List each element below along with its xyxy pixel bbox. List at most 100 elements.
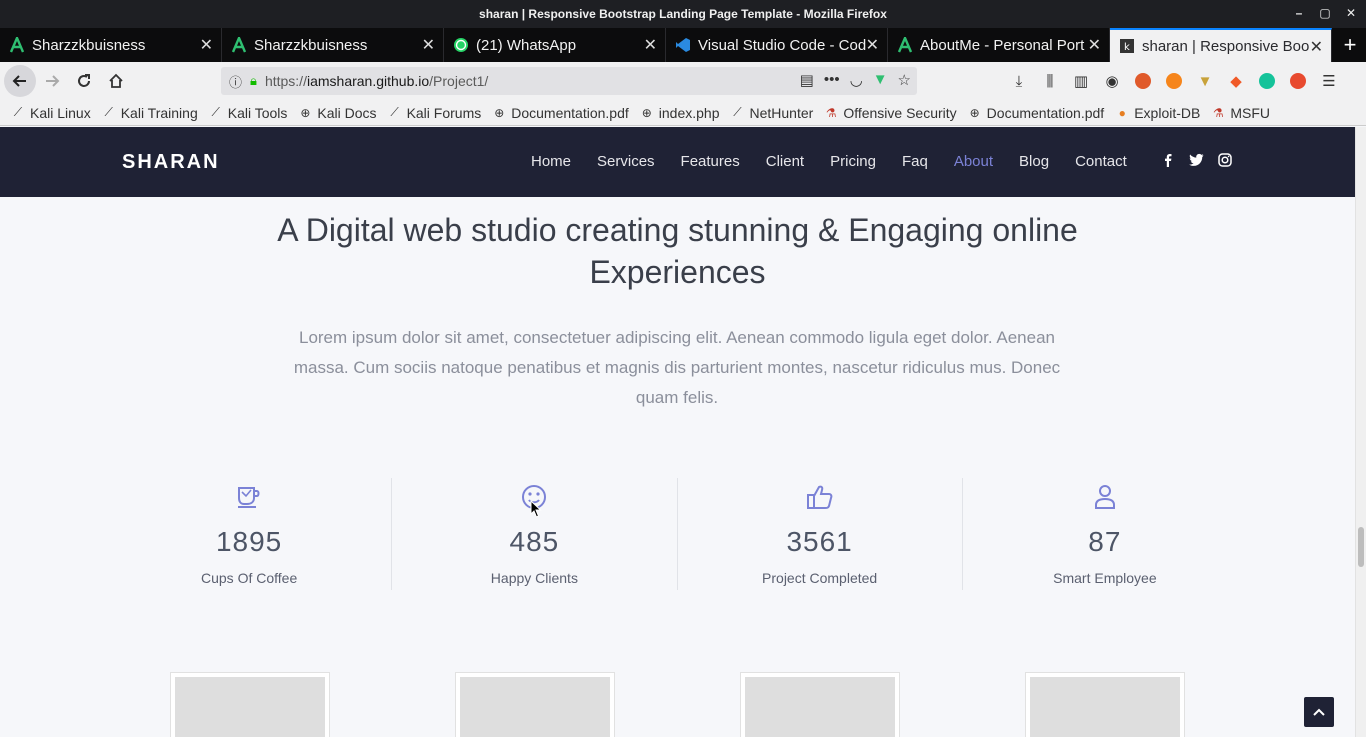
menu-home[interactable]: Home [531,153,571,170]
svg-text:k: k [1124,42,1130,53]
pocket-icon[interactable]: ◡ [850,71,863,89]
extension-ball-icon[interactable] [1132,70,1154,92]
user-icon [963,478,1247,510]
bookmark-item[interactable]: ● Exploit-DB [1114,105,1201,121]
bookmark-item[interactable]: ⚗ MSFU [1210,105,1270,121]
tab-vscode[interactable]: Visual Studio Code - Cod ✕ [666,28,888,62]
tab-label: sharan | Responsive Boo [1142,37,1310,55]
tab-label: AboutMe - Personal Port [920,36,1085,54]
stat-value: 3561 [786,526,853,557]
arrow-left-icon [12,75,26,87]
bookmark-item[interactable]: ⊕ index.php [639,105,720,121]
a-brand-icon [8,36,26,54]
menu-services[interactable]: Services [597,153,655,170]
tab-whatsapp[interactable]: (21) WhatsApp ✕ [444,28,666,62]
url-bar[interactable]: ⓘ 🔒︎ https://iamsharan.github.io/Project… [221,67,917,95]
bookmark-star-icon[interactable]: ☆ [898,71,911,89]
arrow-right-icon [46,75,60,87]
bookmark-item[interactable]: ⟋ Kali Forums [387,105,481,121]
page-actions-icon[interactable]: ••• [824,71,840,89]
extension-orange-icon[interactable]: ◆ [1225,70,1247,92]
close-window-button[interactable]: ✕ [1344,6,1358,20]
twitter-icon[interactable] [1189,153,1204,170]
chevron-up-icon [1313,708,1325,716]
site-brand[interactable]: SHARAN [122,151,220,174]
menu-faq[interactable]: Faq [902,153,928,170]
reload-button[interactable] [68,65,100,97]
team-card[interactable] [1025,672,1185,737]
window-titlebar: sharan | Responsive Bootstrap Landing Pa… [0,0,1366,28]
bookmark-item[interactable]: ⟋ NetHunter [730,105,813,121]
bookmarks-bar: ⟋ Kali Linux ⟋ Kali Training ⟋ Kali Tools ⊕… [0,100,1366,126]
team-card[interactable] [740,672,900,737]
team-card[interactable] [170,672,330,737]
info-icon[interactable]: ⓘ [229,72,242,91]
google-plus-icon[interactable] [1287,70,1309,92]
tab-aboutme[interactable]: AboutMe - Personal Port ✕ [888,28,1110,62]
scrollbar-thumb[interactable] [1358,527,1364,567]
close-tab-icon[interactable]: ✕ [866,35,879,55]
close-tab-icon[interactable]: ✕ [1088,35,1101,55]
reader-view-icon[interactable]: ▤ [800,71,814,89]
forward-button[interactable] [36,65,68,97]
close-tab-icon[interactable]: ✕ [200,35,213,55]
library-icon[interactable]: ⫼ [1039,70,1061,92]
downloads-icon[interactable]: ⤓ [1008,70,1030,92]
extension-icon[interactable]: ▼ [873,71,888,89]
offsec-icon: ⚗ [1212,105,1224,120]
back-to-top-button[interactable] [1304,697,1334,727]
bookmark-item[interactable]: ⟋ Kali Linux [10,105,91,121]
tab-sharzzkbuisness-1[interactable]: Sharzzkbuisness ✕ [0,28,222,62]
sidebar-icon[interactable]: ▥ [1070,70,1092,92]
globe-icon: ⊕ [300,105,311,120]
stat-label: Project Completed [762,570,878,586]
stat-item: 1895 Cups Of Coffee [107,478,393,590]
team-card[interactable] [455,672,615,737]
home-button[interactable] [100,65,132,97]
tab-sharan-active[interactable]: k sharan | Responsive Boo ✕ [1110,28,1332,62]
reload-icon [78,74,90,87]
tab-bar: Sharzzkbuisness ✕ Sharzzkbuisness ✕ (21)… [0,28,1366,62]
bookmark-item[interactable]: ⊕ Documentation.pdf [967,105,1105,121]
menu-client[interactable]: Client [766,153,804,170]
globe-icon: ⊕ [641,105,652,120]
tab-label: Visual Studio Code - Cod [698,36,867,54]
menu-icon[interactable]: ☰ [1318,70,1340,92]
close-tab-icon[interactable]: ✕ [644,35,657,55]
filter-icon[interactable]: ▼ [1194,70,1216,92]
menu-about[interactable]: About [954,153,993,170]
section-lead: Lorem ipsum dolor sit amet, consectetuer… [293,328,1061,407]
bookmark-item[interactable]: ⟋ Kali Tools [208,105,288,121]
stat-value: 1895 [215,526,283,557]
thumbs-up-icon [678,478,962,510]
page-scrollbar[interactable] [1355,127,1366,737]
facebook-icon[interactable] [1161,153,1175,170]
card-image-placeholder [460,677,610,737]
menu-pricing[interactable]: Pricing [830,153,876,170]
bookmark-item[interactable]: ⊕ Kali Docs [297,105,376,121]
grammarly-icon[interactable] [1256,70,1278,92]
close-tab-icon[interactable]: ✕ [422,35,435,55]
navigation-toolbar: ⓘ 🔒︎ https://iamsharan.github.io/Project… [0,62,1366,100]
minimize-button[interactable]: – [1292,6,1306,20]
tab-sharzzkbuisness-2[interactable]: Sharzzkbuisness ✕ [222,28,444,62]
close-tab-icon[interactable]: ✕ [1310,37,1323,57]
bookmark-item[interactable]: ⊕ Documentation.pdf [491,105,629,121]
stat-item: 87 Smart Employee [963,478,1247,590]
bookmark-item[interactable]: ⚗ Offensive Security [823,105,957,121]
menu-blog[interactable]: Blog [1019,153,1049,170]
metamask-icon[interactable] [1163,70,1185,92]
section-heading: A Digital web studio creating stunning &… [277,212,1078,290]
url-text[interactable]: https://iamsharan.github.io/Project1/ [265,73,488,89]
menu-contact[interactable]: Contact [1075,153,1127,170]
tab-label: Sharzzkbuisness [32,36,146,54]
kali-icon: ⟋ [104,105,113,119]
menu-features[interactable]: Features [681,153,740,170]
maximize-button[interactable]: ▢ [1318,6,1332,20]
account-icon[interactable]: ◉ [1101,70,1123,92]
bookmark-item[interactable]: ⟋ Kali Training [101,105,198,121]
instagram-icon[interactable] [1218,153,1232,170]
back-button[interactable] [4,65,36,97]
new-tab-button[interactable]: + [1334,28,1366,62]
globe-icon: ⊕ [494,105,505,120]
